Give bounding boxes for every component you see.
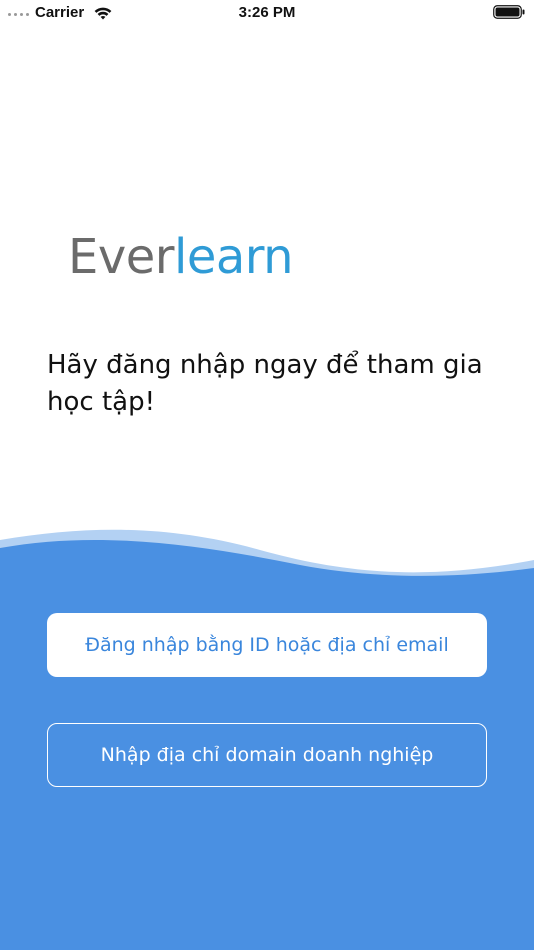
everlearn-logo: Everlearn xyxy=(68,229,294,285)
status-time: 3:26 PM xyxy=(238,4,296,21)
status-bar: Carrier 3:26 PM xyxy=(0,0,534,28)
enter-company-domain-button[interactable]: Nhập địa chỉ domain doanh nghiệp xyxy=(47,723,487,787)
battery-icon xyxy=(493,5,525,19)
login-with-id-email-button[interactable]: Đăng nhập bằng ID hoặc địa chỉ email xyxy=(47,613,487,677)
logo-part-ever: Ever xyxy=(68,229,175,285)
logo-part-learn: learn xyxy=(174,229,294,285)
welcome-headline: Hãy đăng nhập ngay để tham gia học tập! xyxy=(47,350,483,417)
